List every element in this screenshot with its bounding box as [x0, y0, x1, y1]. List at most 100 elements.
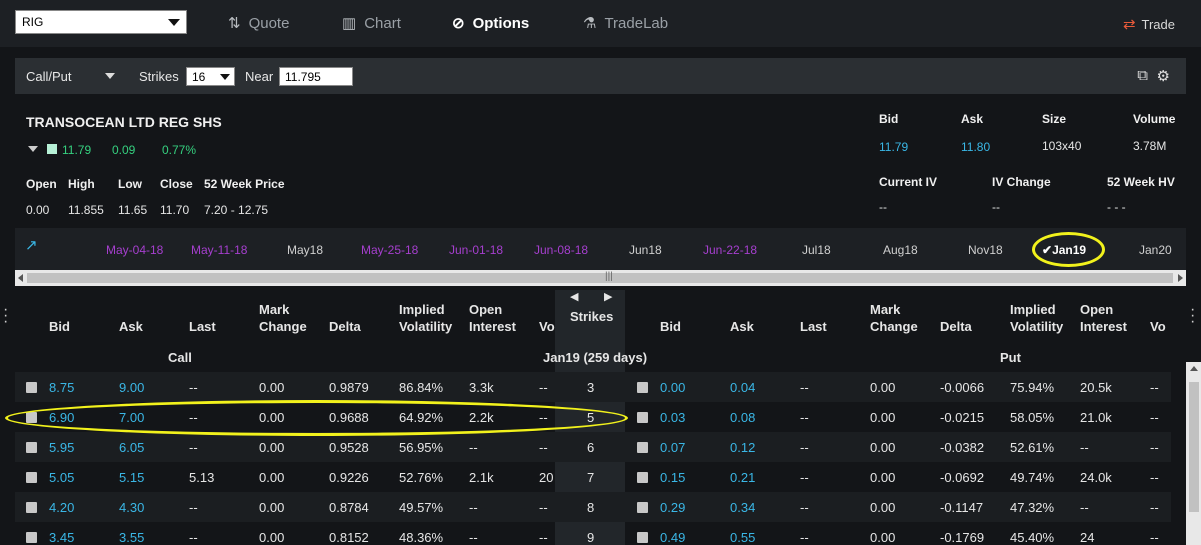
call-implied-volatility-cell: 86.84%	[399, 380, 444, 395]
put-checkbox[interactable]	[637, 442, 648, 453]
put-bid-cell[interactable]: 0.15	[660, 470, 685, 485]
scroll-left-icon[interactable]	[18, 274, 23, 282]
bid-label: Bid	[879, 112, 899, 126]
drag-handle-left[interactable]: · · ·	[3, 302, 8, 330]
tab-chart[interactable]: ▥ Chart	[342, 14, 401, 33]
call-bid-cell[interactable]: 4.20	[49, 500, 74, 515]
scroll-up-icon[interactable]	[1190, 366, 1198, 371]
call-ask-cell[interactable]: 3.55	[119, 530, 144, 545]
put-implied-volatility-cell: 47.32%	[1010, 500, 1055, 515]
put-ask-cell[interactable]: 0.12	[730, 440, 755, 455]
put-implied-volatility-cell: 75.94%	[1010, 380, 1055, 395]
expiration-tab[interactable]: Jun-22-18	[703, 243, 757, 257]
chevron-down-icon[interactable]	[28, 146, 38, 152]
call-delta-header: Delta	[329, 319, 361, 334]
call-bid-cell[interactable]: 8.75	[49, 380, 74, 395]
call-delta-cell: 0.9879	[329, 380, 369, 395]
call-last-cell: 5.13	[189, 470, 215, 485]
put-ask-cell[interactable]: 0.34	[730, 500, 755, 515]
put-checkbox[interactable]	[637, 382, 648, 393]
put-bid-cell[interactable]: 0.00	[660, 380, 685, 395]
call-iv-header: Implied Volatility	[399, 302, 453, 334]
call-bid-cell[interactable]: 5.05	[49, 470, 74, 485]
tab-options[interactable]: ⊘ Options	[452, 14, 529, 33]
vertical-scrollbar[interactable]	[1186, 362, 1201, 545]
next-arrow-icon[interactable]: ▶	[604, 290, 612, 303]
call-checkbox[interactable]	[26, 472, 37, 483]
near-input[interactable]: 11.795	[279, 67, 353, 86]
expiration-tab[interactable]: Jun18	[629, 243, 662, 257]
drag-handle-right[interactable]: · · ·	[1190, 302, 1195, 330]
call-ask-cell[interactable]: 5.15	[119, 470, 144, 485]
trade-button[interactable]: ⇄ Trade	[1123, 15, 1175, 33]
expiration-tab[interactable]: May-04-18	[106, 243, 163, 257]
symbol-select[interactable]: RIG	[15, 10, 187, 34]
scroll-thumb[interactable]	[1189, 382, 1199, 512]
put-open-interest-cell: --	[1080, 440, 1089, 455]
call-checkbox[interactable]	[26, 502, 37, 513]
expiration-tab[interactable]: Jun-01-18	[449, 243, 503, 257]
call-bid-header: Bid	[49, 319, 70, 334]
ask-value[interactable]: 11.80	[961, 140, 990, 154]
prev-arrow-icon[interactable]: ◀	[570, 290, 578, 303]
put-checkbox[interactable]	[637, 532, 648, 543]
expiration-tab[interactable]: Aug18	[883, 243, 918, 257]
put-ask-cell[interactable]: 0.21	[730, 470, 755, 485]
put-delta-cell: -0.0066	[940, 380, 985, 395]
put-ask-cell[interactable]: 0.55	[730, 530, 755, 545]
put-checkbox[interactable]	[637, 502, 648, 513]
near-value: 11.795	[285, 70, 321, 84]
put-checkbox[interactable]	[637, 472, 648, 483]
call-put-select[interactable]: Call/Put	[26, 69, 72, 84]
tab-quote[interactable]: ⇅ Quote	[228, 14, 290, 33]
call-last-cell: --	[189, 380, 198, 395]
call-bid-cell[interactable]: 5.95	[49, 440, 74, 455]
put-mark-change-cell: 0.00	[870, 530, 896, 545]
table-row[interactable]: 5.05 5.15 5.13 0.00 0.9226 52.76% 2.1k 20 7 0.15 0…	[15, 462, 1171, 492]
call-ask-cell[interactable]: 9.00	[119, 380, 144, 395]
put-bid-cell[interactable]: 0.07	[660, 440, 685, 455]
call-ask-cell[interactable]: 4.30	[119, 500, 144, 515]
put-open-interest-cell: 20.5k	[1080, 380, 1112, 395]
call-bid-cell[interactable]: 3.45	[49, 530, 74, 545]
tab-quote-label: Quote	[248, 14, 290, 32]
table-row[interactable]: 3.45 3.55 -- 0.00 0.8152 48.36% -- -- 9 0.49 0.55 -…	[15, 522, 1171, 545]
scroll-right-icon[interactable]	[1178, 274, 1183, 282]
table-row[interactable]: 4.20 4.30 -- 0.00 0.8784 49.57% -- -- 8 0.29 0.34 -…	[15, 492, 1171, 522]
call-checkbox[interactable]	[26, 532, 37, 543]
expiration-tab[interactable]: May-25-18	[361, 243, 418, 257]
tab-tradelab[interactable]: ⚗ TradeLab	[583, 14, 668, 33]
call-checkbox[interactable]	[26, 382, 37, 393]
call-ask-cell[interactable]: 6.05	[119, 440, 144, 455]
put-delta-cell: -0.0215	[940, 410, 985, 425]
call-open-interest-cell: --	[469, 500, 478, 515]
put-checkbox[interactable]	[637, 412, 648, 423]
bid-value[interactable]: 11.79	[879, 140, 908, 154]
expiration-tab[interactable]: Jul18	[802, 243, 831, 257]
strikes-select[interactable]: 16	[186, 67, 235, 86]
put-last-cell: --	[800, 410, 809, 425]
put-ask-cell[interactable]: 0.04	[730, 380, 755, 395]
expiration-tab[interactable]: Jun-08-18	[534, 243, 588, 257]
put-bid-cell[interactable]: 0.49	[660, 530, 685, 545]
options-toolbar: Call/Put Strikes 16 Near 11.795 ⧉ ⚙	[15, 58, 1186, 94]
chevron-down-icon[interactable]	[105, 73, 115, 79]
call-ask-header: Ask	[119, 319, 143, 334]
expiration-tab[interactable]: Jan20	[1139, 243, 1172, 257]
popout-icon[interactable]: ⧉	[1137, 67, 1148, 84]
horizontal-scrollbar[interactable]: |||	[15, 270, 1186, 286]
call-volume-cell: --	[539, 440, 548, 455]
scroll-thumb[interactable]	[27, 273, 1173, 283]
expiration-tab[interactable]: May18	[287, 243, 323, 257]
trend-chart-icon[interactable]: ↗	[25, 236, 38, 254]
put-bid-cell[interactable]: 0.29	[660, 500, 685, 515]
put-vol-header: Vo	[1150, 319, 1166, 334]
table-row[interactable]: 8.75 9.00 -- 0.00 0.9879 86.84% 3.3k -- 3 0.00 0.0…	[15, 372, 1171, 402]
put-bid-cell[interactable]: 0.03	[660, 410, 685, 425]
put-ask-cell[interactable]: 0.08	[730, 410, 755, 425]
gear-icon[interactable]: ⚙	[1157, 67, 1170, 85]
call-checkbox[interactable]	[26, 442, 37, 453]
expiration-tab[interactable]: May-11-18	[191, 243, 247, 257]
expiration-tab[interactable]: Nov18	[968, 243, 1003, 257]
table-row[interactable]: 5.95 6.05 -- 0.00 0.9528 56.95% -- -- 6 0.07 0.12 -…	[15, 432, 1171, 462]
